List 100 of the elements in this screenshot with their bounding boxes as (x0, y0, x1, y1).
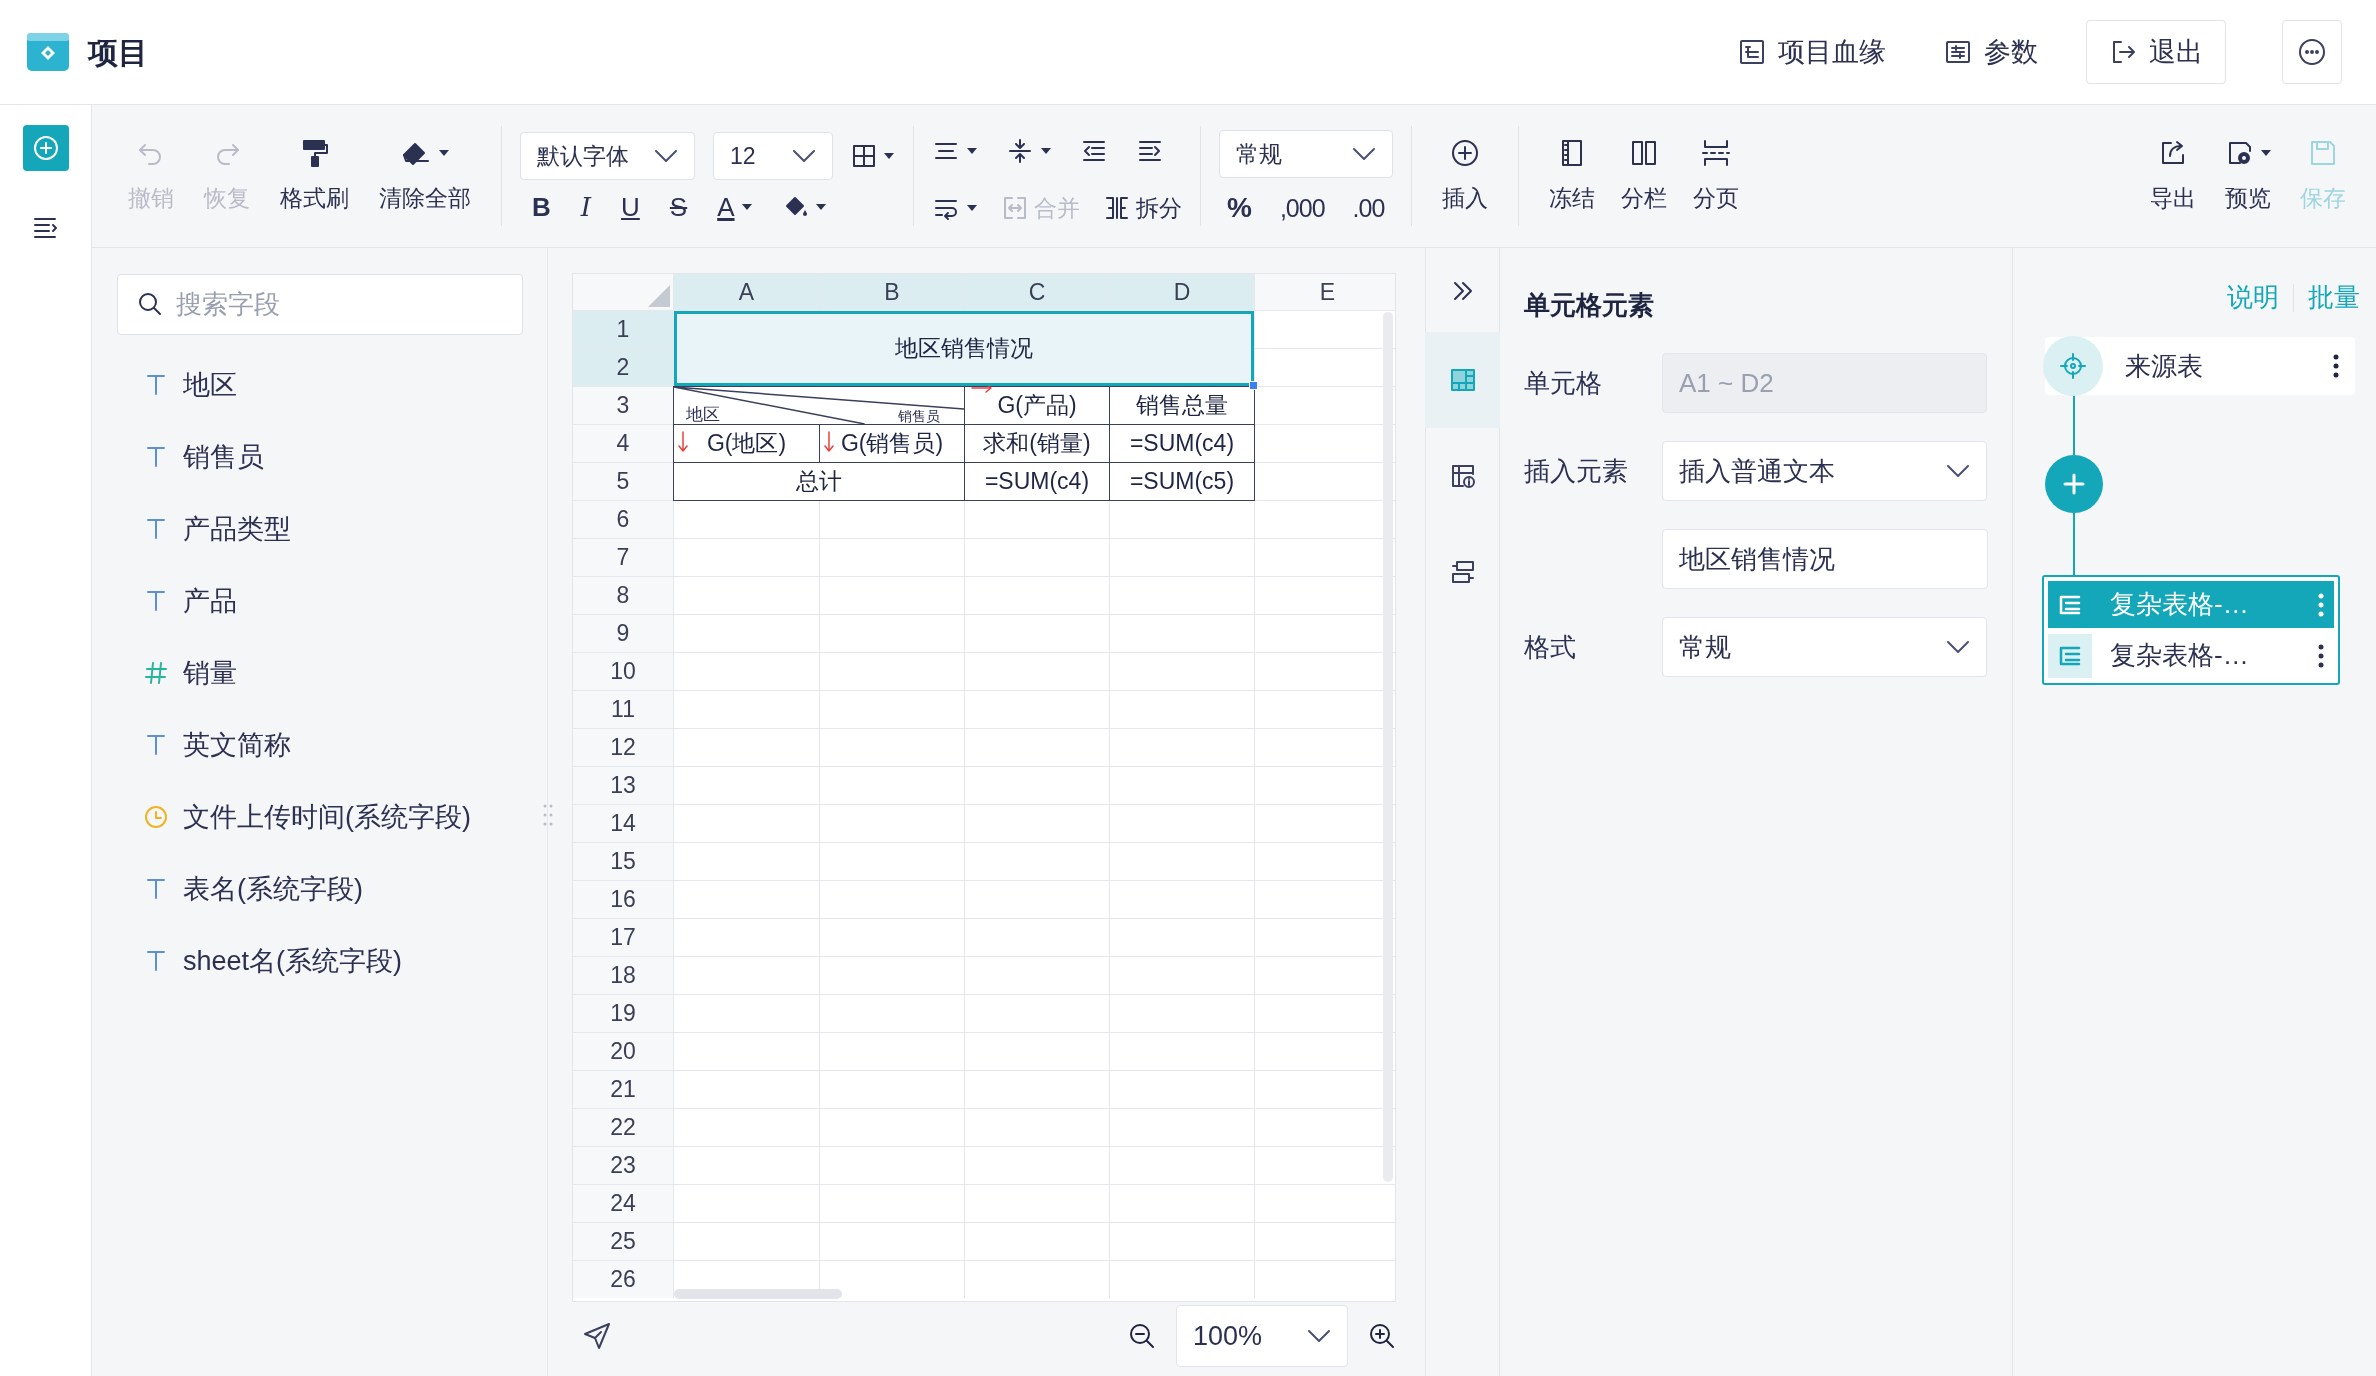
text-style-button[interactable]: U (621, 194, 640, 220)
search-field[interactable]: 搜索字段 (117, 274, 523, 335)
row-header[interactable]: 23 (573, 1147, 673, 1184)
clock-icon (143, 803, 169, 831)
align-button[interactable] (1006, 136, 1052, 165)
row-header[interactable]: 22 (573, 1109, 673, 1146)
field-item[interactable]: 销量 (143, 637, 522, 709)
row-header[interactable]: 7 (573, 539, 673, 576)
row-header[interactable]: 10 (573, 653, 673, 690)
toolbar-button[interactable]: 格式刷 (268, 136, 361, 216)
fill-handle[interactable] (1249, 381, 1258, 390)
row-header[interactable]: 17 (573, 919, 673, 956)
field-item[interactable]: 地区 (143, 349, 522, 421)
table-tree-icon (2058, 593, 2082, 616)
insert-button[interactable]: 插入 (1430, 136, 1500, 216)
toolbar-button[interactable]: 清除全部 (367, 136, 483, 216)
zoom-out-icon[interactable] (1128, 1322, 1156, 1350)
toolbar-button[interactable]: 冻结 (1537, 136, 1607, 216)
exit-button[interactable]: 退出 (2086, 20, 2226, 84)
row-header[interactable]: 16 (573, 881, 673, 918)
cell-label: 销售员 (898, 409, 940, 423)
table-cell: =SUM(c5) (1110, 463, 1254, 500)
dropdown[interactable]: 插入普通文本 (1662, 441, 1987, 501)
row-header[interactable]: 24 (573, 1185, 673, 1222)
search-icon (137, 291, 163, 317)
field-item[interactable]: 文件上传时间(系统字段) (143, 781, 522, 853)
split-button[interactable]: 拆分 (1104, 190, 1182, 226)
toolbar-button[interactable]: 预览 (2212, 136, 2284, 216)
field-item[interactable]: 表名(系统字段) (143, 853, 522, 925)
row-header[interactable]: 26 (573, 1261, 673, 1298)
source-node[interactable]: 来源表 (2045, 337, 2355, 395)
dropdown[interactable]: 常规 (1662, 617, 1987, 677)
toolbar-button[interactable]: 分栏 (1609, 136, 1679, 216)
caret-icon (814, 203, 827, 211)
column-header[interactable]: A (674, 274, 819, 310)
field-item[interactable]: sheet名(系统字段) (143, 925, 522, 997)
vertical-scrollbar[interactable] (1383, 312, 1393, 1182)
row-header[interactable]: 25 (573, 1223, 673, 1260)
toolbar-button[interactable]: 导出 (2138, 136, 2208, 216)
number-format-select[interactable]: 常规 (1219, 130, 1393, 178)
header-link[interactable]: 参数 (1944, 31, 2038, 73)
row-header[interactable]: 6 (573, 501, 673, 538)
table-cell: 求和(销量) (965, 425, 1109, 462)
zoom-in-icon[interactable] (1368, 1322, 1396, 1350)
caret-icon (966, 204, 978, 212)
column-header[interactable]: B (820, 274, 964, 310)
toolbar-button[interactable]: 分页 (1681, 136, 1751, 216)
row-header[interactable]: 15 (573, 843, 673, 880)
text-style-button[interactable]: A (717, 194, 753, 220)
column-header[interactable]: D (1110, 274, 1254, 310)
output-node[interactable]: 复杂表格-… (2048, 632, 2334, 679)
row-header[interactable]: 14 (573, 805, 673, 842)
column-header[interactable]: C (965, 274, 1109, 310)
number-format-button[interactable]: % (1227, 194, 1252, 222)
add-node-button[interactable] (2045, 455, 2103, 513)
row-header[interactable]: 13 (573, 767, 673, 804)
text-style-button[interactable]: B (532, 194, 551, 220)
field-item[interactable]: 英文简称 (143, 709, 522, 781)
chevron-down-icon (1946, 640, 1970, 654)
more-button[interactable] (2282, 20, 2342, 84)
row-header[interactable]: 5 (573, 463, 673, 500)
row-header[interactable]: 18 (573, 957, 673, 994)
vertical-align-icon (1006, 136, 1034, 165)
row-header[interactable]: 4 (573, 425, 673, 462)
row-header[interactable]: 9 (573, 615, 673, 652)
app-logo-icon (26, 32, 70, 72)
row-header[interactable]: 11 (573, 691, 673, 728)
row-header[interactable]: 2 (573, 349, 673, 386)
more-vertical-icon[interactable] (2333, 354, 2339, 378)
field-item[interactable]: 销售员 (143, 421, 522, 493)
row-header[interactable]: 3 (573, 387, 673, 424)
caret-icon (883, 152, 895, 160)
text-input[interactable]: 地区销售情况 (1662, 529, 1988, 589)
chevron-down-icon (1946, 464, 1970, 478)
row-header[interactable]: 12 (573, 729, 673, 766)
more-vertical-icon[interactable] (2318, 643, 2324, 668)
add-button[interactable] (22, 125, 69, 171)
font-size-select[interactable]: 12 (713, 132, 833, 180)
target-icon (2059, 352, 2087, 380)
row-header[interactable]: 1 (573, 311, 673, 348)
number-format-button[interactable]: .00 (1352, 195, 1385, 221)
number-format-button[interactable]: ,000 (1279, 195, 1325, 221)
row-header[interactable]: 20 (573, 1033, 673, 1070)
table-icon (1448, 366, 1477, 394)
column-header[interactable]: E (1255, 274, 1395, 310)
table-cell: G(地区) (674, 425, 819, 462)
field-item[interactable]: 产品 (143, 565, 522, 637)
row-header[interactable]: 21 (573, 1071, 673, 1108)
text-style-button[interactable]: I (580, 194, 592, 220)
font-select[interactable]: 默认字体 (520, 132, 695, 180)
send-icon[interactable] (582, 1321, 612, 1351)
horizontal-scrollbar[interactable] (674, 1289, 842, 1299)
text-style-button[interactable]: S (669, 194, 688, 220)
row-header[interactable]: 8 (573, 577, 673, 614)
row-header[interactable]: 19 (573, 995, 673, 1032)
header-link[interactable]: 项目血缘 (1738, 31, 1886, 73)
borders-button[interactable] (851, 143, 895, 169)
panel-title: 单元格元素 (1524, 289, 1655, 322)
field-item[interactable]: 产品类型 (143, 493, 522, 565)
zoom-select[interactable]: 100% (1176, 1305, 1348, 1367)
